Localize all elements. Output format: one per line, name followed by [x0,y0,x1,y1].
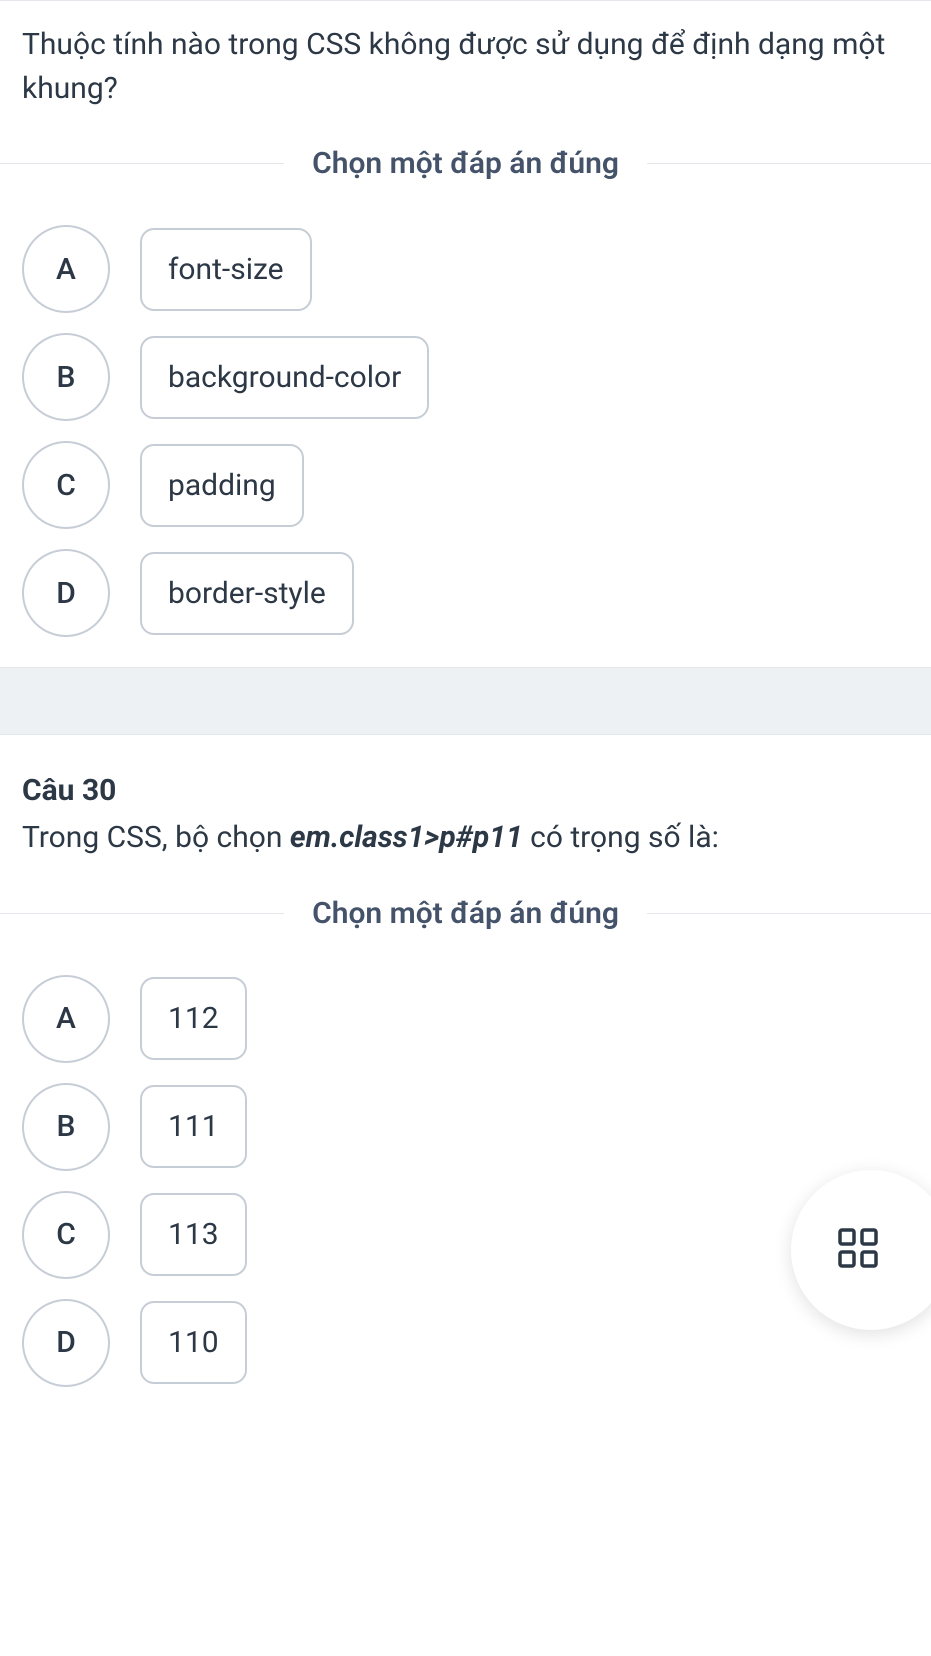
option-label: background-color [140,336,429,419]
option-label: 110 [140,1301,247,1384]
option-letter: D [22,1299,110,1387]
question-29-text: Thuộc tính nào trong CSS không được sử d… [22,23,909,110]
option-c[interactable]: C padding [22,441,909,529]
question-30-title: Câu 30 [22,773,909,808]
q30-text-suffix: có trọng số là: [523,820,719,855]
section-gap [0,667,931,735]
rule-line [647,913,931,914]
option-letter: C [22,441,110,529]
option-c[interactable]: C 113 [22,1191,909,1279]
q30-text-em: em.class1>p#p11 [290,820,523,855]
option-b[interactable]: B background-color [22,333,909,421]
option-label: border-style [140,552,354,635]
instruction-text: Chọn một đáp án đúng [284,146,647,181]
option-letter: B [22,333,110,421]
option-d[interactable]: D 110 [22,1299,909,1387]
option-a[interactable]: A font-size [22,225,909,313]
option-label: 111 [140,1085,247,1168]
rule-line [0,163,284,164]
question-29-block: Thuộc tính nào trong CSS không được sử d… [0,0,931,667]
rule-line [0,913,284,914]
q30-text-prefix: Trong CSS, bộ chọn [22,820,290,855]
rule-line [647,163,931,164]
option-letter: C [22,1191,110,1279]
instruction-row: Chọn một đáp án đúng [0,896,931,931]
options-list-29: A font-size B background-color C padding… [22,225,909,637]
option-letter: A [22,225,110,313]
instruction-row: Chọn một đáp án đúng [0,146,931,181]
grid-icon [863,1227,879,1273]
option-label: 113 [140,1193,247,1276]
option-a[interactable]: A 112 [22,975,909,1063]
option-letter: B [22,1083,110,1171]
options-list-30: A 112 B 111 C 113 D 110 [22,975,909,1387]
option-b[interactable]: B 111 [22,1083,909,1171]
option-d[interactable]: D border-style [22,549,909,637]
question-30-text: Trong CSS, bộ chọn em.class1>p#p11 có tr… [22,816,909,860]
instruction-text: Chọn một đáp án đúng [284,896,647,931]
separator-line [0,0,931,1]
option-letter: A [22,975,110,1063]
option-label: 112 [140,977,247,1060]
option-label: padding [140,444,304,527]
option-letter: D [22,549,110,637]
question-30-block: Câu 30 Trong CSS, bộ chọn em.class1>p#p1… [0,773,931,1417]
option-label: font-size [140,228,312,311]
